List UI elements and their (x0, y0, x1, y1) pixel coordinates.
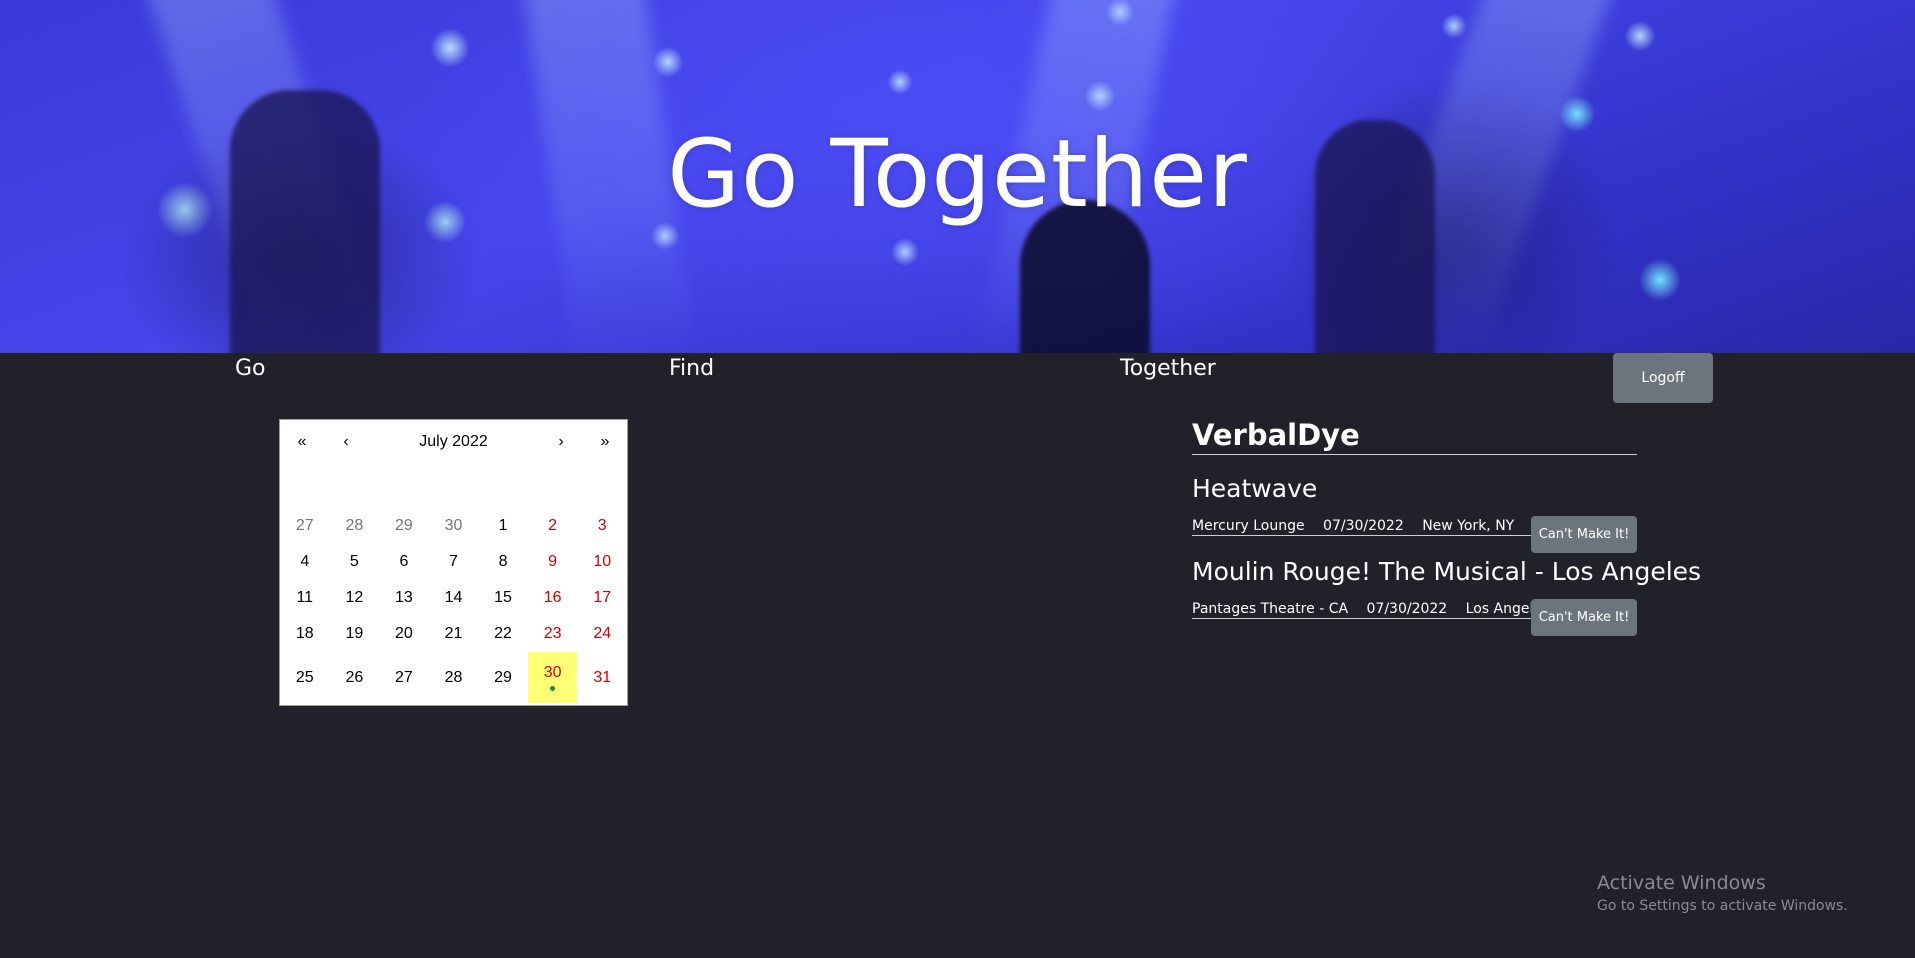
calendar-day[interactable]: 4 (280, 544, 330, 580)
calendar-day[interactable]: 18 (280, 616, 330, 652)
event-dot-icon (550, 686, 556, 691)
calendar-day[interactable]: 7 (429, 544, 479, 580)
event-date: 07/30/2022 (1366, 601, 1448, 617)
calendar-day-number: 30 (543, 664, 562, 681)
calendar-day[interactable]: 1 (478, 508, 528, 544)
calendar-day[interactable]: 25 (280, 652, 330, 703)
calendar-day[interactable]: 2 (528, 508, 578, 544)
calendar-day[interactable]: 30 (429, 508, 479, 544)
calendar: « ‹ July 2022 › » 27 28 29 30 1 2 3 4 5 … (279, 419, 628, 706)
nav-together[interactable]: Together (1120, 356, 1216, 381)
nav-find[interactable]: Find (669, 356, 714, 381)
calendar-day[interactable]: 23 (528, 616, 578, 652)
calendar-day[interactable]: 31 (577, 652, 627, 703)
calendar-day[interactable]: 27 (280, 508, 330, 544)
watermark-title: Activate Windows (1597, 872, 1766, 894)
calendar-day[interactable]: 28 (429, 652, 479, 703)
calendar-day[interactable]: 8 (478, 544, 528, 580)
cant-make-it-button[interactable]: Can't Make It! (1531, 599, 1637, 636)
calendar-day[interactable]: 28 (330, 508, 380, 544)
event-date: 07/30/2022 (1323, 518, 1404, 534)
logoff-button[interactable]: Logoff (1613, 353, 1713, 403)
calendar-day[interactable]: 15 (478, 580, 528, 616)
calendar-day[interactable]: 27 (379, 652, 429, 703)
calendar-day[interactable]: 11 (280, 580, 330, 616)
calendar-day-selected[interactable]: 30 (527, 652, 578, 703)
calendar-day[interactable]: 5 (330, 544, 380, 580)
calendar-day[interactable]: 21 (429, 616, 479, 652)
calendar-day[interactable]: 24 (577, 616, 627, 652)
calendar-day[interactable]: 12 (330, 580, 380, 616)
cant-make-it-button[interactable]: Can't Make It! (1531, 516, 1637, 553)
event-venue: Mercury Lounge (1192, 518, 1305, 534)
calendar-days: 27 28 29 30 1 2 3 4 5 6 7 8 9 10 11 12 1… (280, 508, 627, 703)
calendar-day[interactable]: 14 (429, 580, 479, 616)
activate-windows-watermark: Activate Windows Go to Settings to activ… (1597, 872, 1848, 914)
event-venue: Pantages Theatre - CA (1192, 601, 1349, 617)
weekday-header (280, 464, 627, 508)
calendar-day[interactable]: 26 (330, 652, 380, 703)
calendar-day[interactable]: 3 (577, 508, 627, 544)
next-month-button[interactable]: › (539, 433, 583, 451)
calendar-day[interactable]: 17 (577, 580, 627, 616)
calendar-navigation: « ‹ July 2022 › » (280, 420, 627, 464)
event-title: Heatwave (1192, 474, 1318, 503)
calendar-day[interactable]: 29 (478, 652, 528, 703)
calendar-day[interactable]: 19 (330, 616, 380, 652)
calendar-day[interactable]: 22 (478, 616, 528, 652)
calendar-day[interactable]: 20 (379, 616, 429, 652)
hero-banner: Go Together (0, 0, 1915, 353)
calendar-day[interactable]: 10 (577, 544, 627, 580)
calendar-day[interactable]: 16 (528, 580, 578, 616)
calendar-day[interactable]: 29 (379, 508, 429, 544)
event-title: Moulin Rouge! The Musical - Los Angeles (1192, 557, 1702, 586)
calendar-day[interactable]: 9 (528, 544, 578, 580)
watermark-subtitle: Go to Settings to activate Windows. (1597, 898, 1848, 914)
next-year-button[interactable]: » (583, 433, 627, 451)
calendar-day[interactable]: 6 (379, 544, 429, 580)
username-heading: VerbalDye (1192, 418, 1637, 455)
site-title: Go Together (667, 120, 1248, 229)
calendar-day[interactable]: 13 (379, 580, 429, 616)
event-location: New York, NY (1422, 518, 1515, 534)
prev-month-button[interactable]: ‹ (324, 433, 368, 451)
nav-go[interactable]: Go (235, 356, 266, 381)
prev-year-button[interactable]: « (280, 433, 324, 451)
month-label[interactable]: July 2022 (368, 433, 539, 451)
